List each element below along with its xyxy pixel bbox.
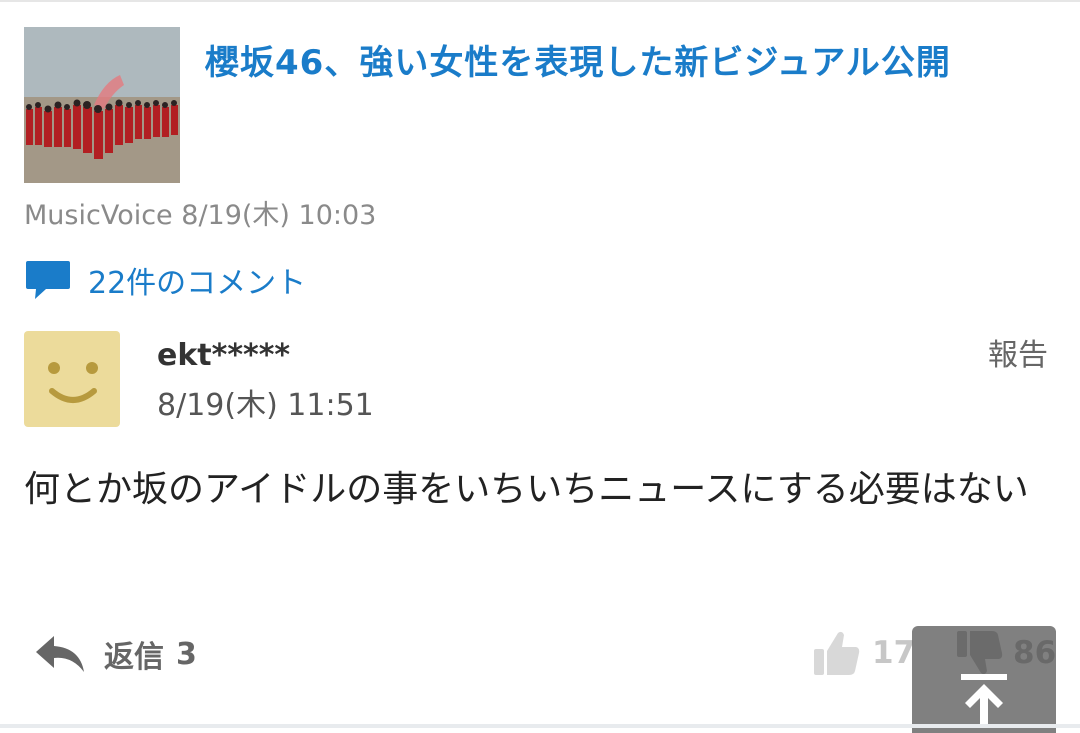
scroll-to-top-button[interactable] (912, 626, 1056, 733)
thumbnail-image (24, 27, 180, 183)
reply-button[interactable]: 返信 3 (34, 630, 197, 678)
reply-count: 3 (176, 636, 197, 672)
speech-bubble-icon (26, 261, 70, 299)
arrow-up-to-top-icon (961, 674, 1007, 728)
smiley-face-icon (48, 362, 98, 403)
comment-datetime: 8/19(木) 11:51 (157, 388, 374, 423)
reply-arrow-icon (36, 636, 84, 672)
thumbs-up-icon (814, 631, 860, 675)
comments-link-label: 22件のコメント (88, 266, 307, 301)
bottom-divider (0, 724, 1080, 728)
avatar (24, 331, 120, 427)
like-button[interactable]: 17 (812, 628, 915, 678)
report-link[interactable]: 報告 (988, 336, 1048, 376)
reply-label: 返信 (104, 640, 164, 675)
comments-link[interactable]: 22件のコメント (24, 258, 306, 302)
comment-username[interactable]: ekt***** (157, 336, 290, 376)
article-thumbnail[interactable] (24, 27, 180, 183)
top-divider (0, 0, 1080, 2)
like-count: 17 (872, 635, 916, 671)
article-meta: MusicVoice 8/19(木) 10:03 (24, 198, 376, 234)
article-source: MusicVoice (24, 200, 173, 231)
article-datetime: 8/19(木) 10:03 (181, 200, 377, 231)
article-title[interactable]: 櫻坂46、強い女性を表現した新ビジュアル公開 (205, 40, 1065, 86)
comment-body: 何とか坂のアイドルの事をいちいちニュースにする必要はない (24, 469, 1029, 510)
